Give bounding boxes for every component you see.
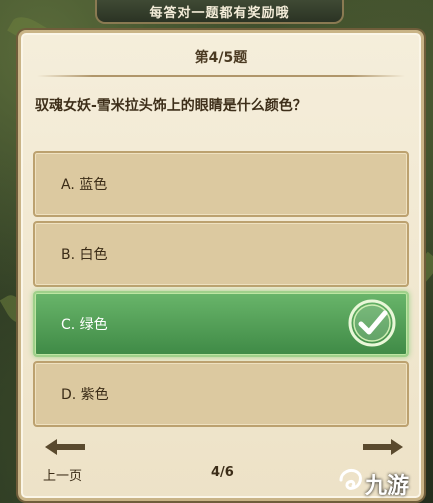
prev-page-label[interactable]: 上一页	[43, 465, 82, 484]
watermark-text: 九游	[365, 474, 410, 499]
title-divider	[37, 75, 405, 77]
option-b[interactable]: B. 白色	[33, 221, 409, 287]
question-text: 驭魂女妖-雪米拉头饰上的眼睛是什么颜色？	[35, 98, 307, 114]
page-indicator: 4/6	[211, 465, 234, 480]
prev-arrow-icon[interactable]	[43, 437, 87, 457]
jiuyou-logo-icon	[339, 468, 362, 490]
option-d[interactable]: D. 紫色	[33, 361, 409, 427]
reward-banner: 每答对一题都有奖励哦	[95, 0, 344, 24]
option-c-label: C. 绿色	[61, 317, 108, 333]
next-arrow-icon[interactable]	[361, 437, 405, 457]
option-b-label: B. 白色	[61, 247, 108, 263]
option-a-label: A. 蓝色	[61, 177, 108, 193]
question-counter: 第4/5题	[194, 50, 248, 66]
correct-check-icon	[348, 299, 396, 347]
quiz-panel: 第4/5题 驭魂女妖-雪米拉头饰上的眼睛是什么颜色？ A. 蓝色 B. 白色 C…	[18, 30, 424, 501]
reward-banner-text: 每答对一题都有奖励哦	[149, 5, 290, 21]
option-d-label: D. 紫色	[61, 387, 109, 403]
option-a[interactable]: A. 蓝色	[33, 151, 409, 217]
option-c[interactable]: C. 绿色	[33, 291, 409, 357]
